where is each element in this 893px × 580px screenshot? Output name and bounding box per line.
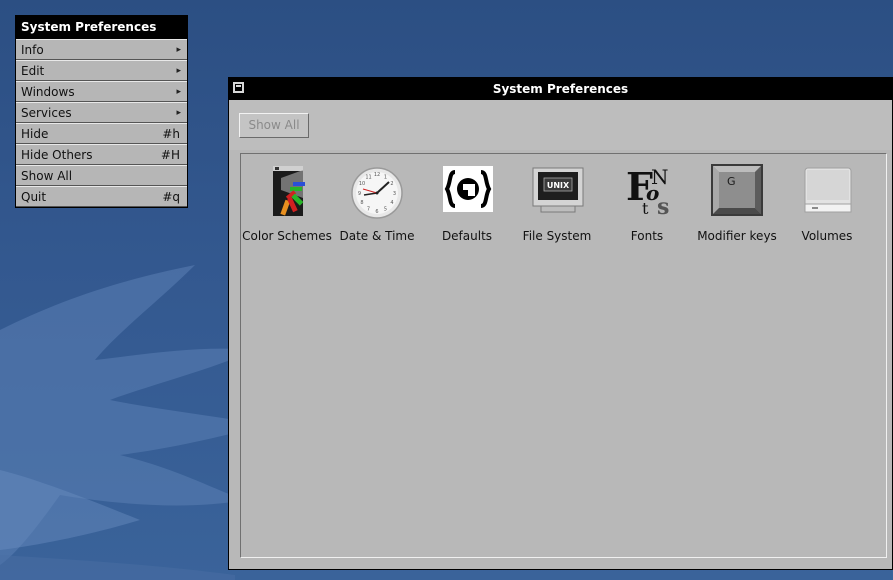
menu-item-show-all[interactable]: Show All — [16, 165, 187, 186]
pref-label: Defaults — [441, 229, 493, 243]
fonts-glyph: s — [657, 194, 669, 220]
menu-item-services[interactable]: Services ▸ — [16, 102, 187, 123]
key-letter: G — [727, 175, 736, 188]
menu-item-label: Info — [21, 43, 44, 57]
pref-label: Color Schemes — [242, 229, 332, 243]
menu-item-label: Quit — [21, 190, 47, 204]
menu-item-shortcut: #H — [160, 148, 180, 162]
menu-item-quit[interactable]: Quit #q — [16, 186, 187, 207]
fonts-glyph: t — [642, 199, 649, 218]
submenu-arrow-icon: ▸ — [176, 66, 181, 76]
menu-item-label: Edit — [21, 64, 45, 78]
pref-file-system[interactable]: UNIX File System — [513, 160, 601, 250]
clock-numeral: 12 — [374, 172, 380, 178]
menu-item-windows[interactable]: Windows ▸ — [16, 81, 187, 102]
miniaturize-icon[interactable] — [233, 82, 244, 93]
clock-numeral: 8 — [360, 200, 363, 206]
menu-item-label: Windows — [21, 85, 75, 99]
pref-defaults[interactable]: Defaults — [423, 160, 511, 250]
submenu-arrow-icon: ▸ — [176, 87, 181, 97]
pref-volumes[interactable]: Volumes — [783, 160, 871, 250]
pref-fonts[interactable]: F N o t s Fonts — [603, 160, 691, 250]
pref-color-schemes[interactable]: Color Schemes — [242, 160, 332, 250]
menu-item-label: Services — [21, 106, 72, 120]
show-all-button[interactable]: Show All — [239, 113, 309, 138]
clock-numeral: 1 — [384, 175, 387, 181]
submenu-arrow-icon: ▸ — [176, 45, 181, 55]
submenu-arrow-icon: ▸ — [176, 108, 181, 118]
preferences-icon-panel: Color Schemes 12 1 2 3 4 5 6 7 8 9 10 11… — [240, 153, 887, 558]
clock-numeral: 2 — [390, 181, 393, 187]
window-toolbar: Show All — [229, 100, 892, 150]
clock-numeral: 9 — [358, 191, 361, 197]
keyboard-key-icon: G — [707, 160, 767, 220]
menu-title[interactable]: System Preferences — [16, 16, 187, 39]
menu-item-hide-others[interactable]: Hide Others #H — [16, 144, 187, 165]
pref-label: Date & Time — [339, 229, 415, 243]
menu-item-shortcut: #h — [162, 127, 180, 141]
pref-label: Volumes — [801, 229, 853, 243]
pref-label: Modifier keys — [697, 229, 777, 243]
pref-label: Fonts — [630, 229, 664, 243]
color-schemes-icon — [257, 160, 317, 220]
menu-item-shortcut: #q — [162, 190, 180, 204]
window-title: System Preferences — [492, 82, 629, 96]
menu-item-label: Hide Others — [21, 148, 93, 162]
clock-numeral: 6 — [375, 209, 378, 215]
pref-modifier-keys[interactable]: G Modifier keys — [693, 160, 781, 250]
disk-drive-icon — [797, 160, 857, 220]
clock-icon: 12 1 2 3 4 5 6 7 8 9 10 11 — [347, 160, 407, 220]
menu-item-label: Hide — [21, 127, 49, 141]
unix-screen-text: UNIX — [547, 181, 570, 190]
unix-monitor-icon: UNIX — [527, 160, 587, 220]
clock-numeral: 4 — [390, 200, 393, 206]
pref-date-time[interactable]: 12 1 2 3 4 5 6 7 8 9 10 11 Date & Time — [333, 160, 421, 250]
clock-numeral: 7 — [367, 207, 370, 213]
menu-item-label: Show All — [21, 169, 73, 183]
menu-item-edit[interactable]: Edit ▸ — [16, 60, 187, 81]
clock-numeral: 11 — [365, 175, 371, 181]
clock-numeral: 3 — [393, 191, 396, 197]
pref-label: File System — [522, 229, 592, 243]
clock-numeral: 10 — [359, 181, 365, 187]
menu-item-info[interactable]: Info ▸ — [16, 39, 187, 60]
fonts-icon: F N o t s — [617, 160, 677, 220]
menu-item-hide[interactable]: Hide #h — [16, 123, 187, 144]
app-menu: System Preferences Info ▸ Edit ▸ Windows ▸ Ser… — [15, 15, 188, 208]
window-titlebar[interactable]: System Preferences — [229, 78, 892, 100]
clock-numeral: 5 — [384, 207, 387, 213]
defaults-icon — [437, 160, 497, 220]
system-preferences-window: System Preferences Show All Color Scheme… — [228, 77, 893, 570]
